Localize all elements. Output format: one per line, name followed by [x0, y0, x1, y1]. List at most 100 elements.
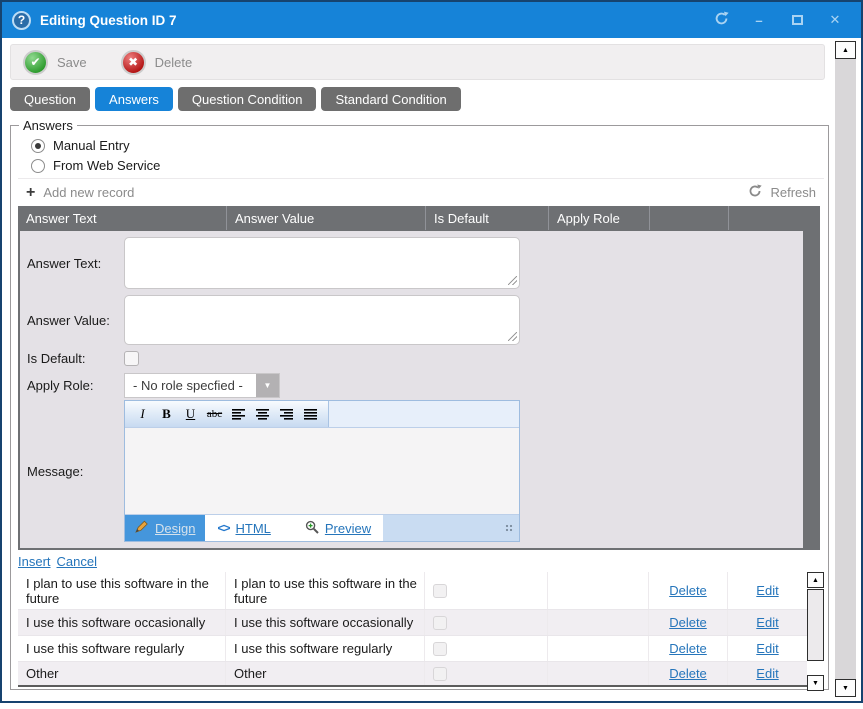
resize-grip-icon[interactable] [508, 276, 517, 285]
editor-content[interactable] [125, 427, 519, 515]
justify-icon [304, 409, 317, 420]
column-header-answer-value[interactable]: Answer Value [226, 206, 425, 230]
strikethrough-button[interactable]: abc [204, 404, 225, 424]
is-default-row-checkbox[interactable] [433, 642, 447, 656]
cell-answer-value: I plan to use this software in the futur… [226, 572, 425, 609]
resize-grip-icon[interactable] [508, 332, 517, 341]
edit-link[interactable]: Edit [756, 583, 778, 598]
is-default-row-checkbox[interactable] [433, 667, 447, 681]
scrollbar-thumb[interactable] [807, 589, 824, 661]
tab-strip: Question Answers Question Condition Stan… [10, 87, 825, 111]
close-button[interactable]: ✕ [827, 12, 843, 28]
help-icon[interactable]: ? [12, 11, 31, 30]
cell-edit: Edit [728, 636, 807, 661]
tab-question-condition[interactable]: Question Condition [178, 87, 317, 111]
grid-scrollbar[interactable]: ▲ ▼ [807, 572, 824, 691]
cell-delete: Delete [649, 636, 728, 661]
cell-is-default [425, 662, 548, 685]
is-default-row-checkbox[interactable] [433, 616, 447, 630]
cell-apply-role [548, 572, 649, 609]
radio-unselected-icon[interactable] [31, 159, 45, 173]
cell-is-default [425, 572, 548, 609]
delete-link[interactable]: Delete [669, 666, 707, 681]
table-row: Other Other Delete Edit [18, 661, 807, 685]
is-default-checkbox[interactable] [124, 351, 139, 366]
answers-legend: Answers [19, 118, 77, 133]
justify-button[interactable] [300, 404, 321, 424]
edit-link[interactable]: Edit [756, 615, 778, 630]
dialog-scrollbar[interactable]: ▲ ▼ [835, 41, 856, 697]
window-title: Editing Question ID 7 [40, 13, 713, 28]
cell-answer-value: Other [226, 662, 425, 685]
underline-button[interactable]: U [180, 404, 201, 424]
answer-value-input[interactable] [124, 295, 520, 345]
scroll-up-button[interactable]: ▲ [835, 41, 856, 59]
design-mode-label: Design [155, 521, 195, 536]
scroll-down-button[interactable]: ▼ [807, 675, 824, 691]
cell-delete: Delete [649, 662, 728, 685]
chevron-down-icon[interactable]: ▼ [256, 374, 279, 397]
html-mode-label: HTML [235, 521, 270, 536]
cancel-link[interactable]: Cancel [57, 554, 97, 569]
answer-text-input[interactable] [124, 237, 520, 289]
magnifier-icon [305, 520, 319, 537]
tab-standard-condition[interactable]: Standard Condition [321, 87, 460, 111]
italic-button[interactable]: I [132, 404, 153, 424]
delete-link[interactable]: Delete [669, 583, 707, 598]
insert-link[interactable]: Insert [18, 554, 51, 569]
cell-apply-role [548, 662, 649, 685]
tab-question[interactable]: Question [10, 87, 90, 111]
grid-header: Answer Text Answer Value Is Default Appl… [18, 206, 820, 230]
editor-resize-grip-icon[interactable] [505, 524, 514, 533]
is-default-label: Is Default: [20, 351, 124, 366]
refresh-grid-button[interactable]: Refresh [748, 184, 816, 201]
apply-role-dropdown[interactable]: - No role specfied - ▼ [124, 373, 280, 398]
column-header-actions-2 [728, 206, 820, 230]
delete-button[interactable]: ✖ Delete [121, 50, 193, 75]
scroll-down-button[interactable]: ▼ [835, 679, 856, 697]
align-right-button[interactable] [276, 404, 297, 424]
scroll-up-button[interactable]: ▲ [807, 572, 824, 588]
delete-link[interactable]: Delete [669, 641, 707, 656]
tab-answers[interactable]: Answers [95, 87, 173, 111]
refresh-icon [714, 11, 729, 29]
radio-manual-entry-label: Manual Entry [53, 138, 130, 153]
design-mode-tab[interactable]: Design [125, 515, 205, 541]
title-bar[interactable]: ? Editing Question ID 7 – ✕ [2, 2, 861, 38]
align-left-button[interactable] [228, 404, 249, 424]
is-default-row-checkbox[interactable] [433, 584, 447, 598]
preview-mode-tab[interactable]: Preview [305, 520, 371, 537]
grid-rows: I plan to use this software in the futur… [18, 572, 824, 687]
column-header-is-default[interactable]: Is Default [425, 206, 548, 230]
align-center-button[interactable] [252, 404, 273, 424]
edit-link[interactable]: Edit [756, 666, 778, 681]
cell-edit: Edit [728, 610, 807, 635]
radio-manual-entry[interactable]: Manual Entry [31, 138, 824, 153]
bold-button[interactable]: B [156, 404, 177, 424]
answer-text-label: Answer Text: [20, 256, 124, 271]
preview-mode-label: Preview [325, 521, 371, 536]
message-label: Message: [20, 464, 124, 479]
maximize-button[interactable] [789, 12, 805, 28]
cell-delete: Delete [649, 572, 728, 609]
add-new-record-button[interactable]: + Add new record [26, 185, 134, 200]
cell-answer-text: I use this software regularly [18, 636, 226, 661]
table-row: I use this software occasionally I use t… [18, 609, 807, 635]
save-button[interactable]: ✔ Save [23, 50, 87, 75]
radio-from-web-service[interactable]: From Web Service [31, 158, 824, 173]
column-header-apply-role[interactable]: Apply Role [548, 206, 649, 230]
cell-delete: Delete [649, 610, 728, 635]
edit-link[interactable]: Edit [756, 641, 778, 656]
minimize-button[interactable]: – [751, 12, 767, 28]
window-refresh-button[interactable] [713, 12, 729, 28]
align-left-icon [232, 409, 245, 420]
radio-selected-icon[interactable] [31, 139, 45, 153]
column-header-actions-1 [649, 206, 728, 230]
html-mode-tab[interactable]: <> HTML [217, 521, 270, 536]
column-header-answer-text[interactable]: Answer Text [18, 206, 226, 230]
cell-answer-text: I use this software occasionally [18, 610, 226, 635]
toolbar: ✔ Save ✖ Delete [10, 44, 825, 80]
delete-link[interactable]: Delete [669, 615, 707, 630]
save-label: Save [57, 55, 87, 70]
radio-from-web-service-label: From Web Service [53, 158, 160, 173]
